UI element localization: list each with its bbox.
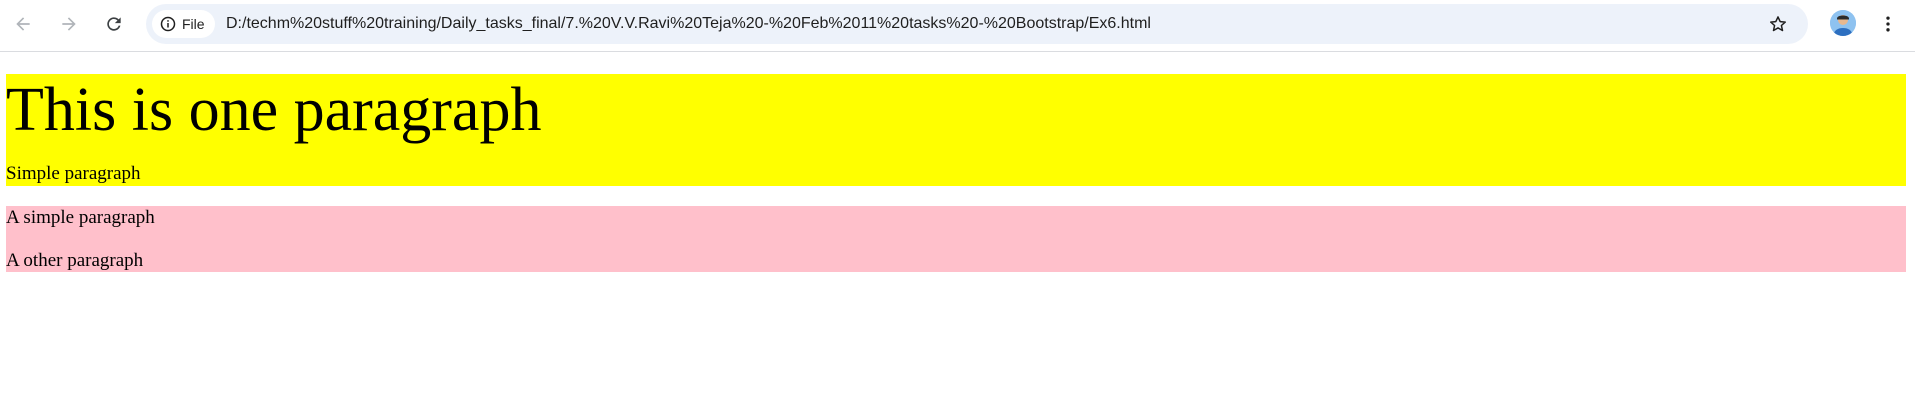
address-bar[interactable]: File D:/techm%20stuff%20training/Daily_t… xyxy=(146,4,1808,44)
reload-icon xyxy=(107,17,121,31)
pink-paragraph-2: A other paragraph xyxy=(6,250,144,271)
pink-section: A simple paragraph A other paragraph xyxy=(6,206,1906,272)
page-heading: This is one paragraph xyxy=(6,76,542,144)
simple-paragraph: Simple paragraph xyxy=(6,163,141,184)
back-button[interactable] xyxy=(9,10,37,38)
bookmark-button[interactable] xyxy=(1766,12,1790,36)
forward-button[interactable] xyxy=(55,10,83,38)
profile-avatar[interactable] xyxy=(1830,10,1856,36)
info-icon xyxy=(160,16,176,32)
arrow-right-icon xyxy=(62,17,76,31)
star-icon xyxy=(1770,16,1786,32)
reload-button[interactable] xyxy=(100,10,128,38)
yellow-section: This is one paragraph Simple paragraph xyxy=(6,74,1906,186)
pink-paragraph-1: A simple paragraph xyxy=(6,207,155,228)
browser-toolbar: File D:/techm%20stuff%20training/Daily_t… xyxy=(0,0,1915,52)
avatar-icon xyxy=(1830,10,1856,36)
site-info-button[interactable]: File xyxy=(152,10,215,38)
menu-button[interactable] xyxy=(1876,10,1900,38)
url-text[interactable]: D:/techm%20stuff%20training/Daily_tasks_… xyxy=(226,4,1151,44)
site-info-label: File xyxy=(182,16,205,32)
three-dots-icon xyxy=(1886,16,1890,32)
arrow-left-icon xyxy=(16,17,30,31)
